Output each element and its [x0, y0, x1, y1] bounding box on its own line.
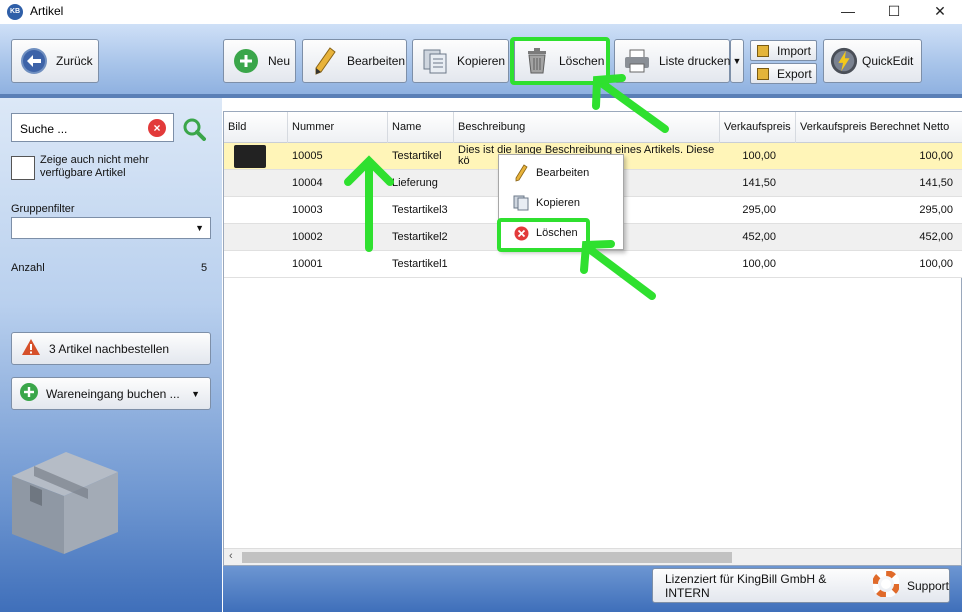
- copy-button-label: Kopieren: [457, 54, 506, 68]
- scroll-left-icon[interactable]: ‹: [229, 550, 233, 562]
- package-box-icon: [8, 444, 120, 559]
- app-logo-icon: KB: [7, 4, 23, 20]
- column-header-image[interactable]: Bild: [224, 112, 288, 143]
- context-menu-item-label: Bearbeiten: [536, 167, 590, 179]
- row-number: 10001: [292, 258, 323, 270]
- row-net-price: 295,00: [919, 204, 953, 216]
- chevron-down-icon: ▼: [195, 223, 204, 233]
- export-button-label: Export: [777, 66, 812, 81]
- export-button[interactable]: Export: [750, 63, 817, 84]
- chevron-down-icon: ▼: [732, 56, 742, 66]
- row-price: 100,00: [742, 150, 776, 162]
- group-filter-label: Gruppenfilter: [11, 203, 75, 215]
- print-list-button[interactable]: Liste drucken: [614, 39, 730, 83]
- import-icon: [757, 44, 769, 57]
- column-header-net-price[interactable]: Verkaufspreis Berechnet Netto: [796, 112, 962, 143]
- back-arrow-icon: [20, 47, 48, 75]
- close-button[interactable]: ✕: [918, 0, 962, 24]
- goods-receipt-button[interactable]: Wareneingang buchen ... ▼: [11, 377, 211, 410]
- row-name: Testartikel2: [392, 231, 448, 243]
- table-row[interactable]: 10001 Testartikel1 100,00 100,00: [224, 251, 962, 278]
- printer-icon: [623, 47, 651, 75]
- new-button-label: Neu: [268, 54, 291, 68]
- scrollbar-thumb[interactable]: [242, 552, 732, 563]
- context-menu-item-copy[interactable]: Kopieren: [499, 190, 623, 216]
- horizontal-scrollbar[interactable]: ‹: [224, 548, 961, 565]
- export-icon: [757, 67, 769, 80]
- copy-icon: [421, 47, 449, 75]
- row-name: Testartikel3: [392, 204, 448, 216]
- warning-icon: [21, 338, 41, 359]
- back-button[interactable]: Zurück: [11, 39, 99, 83]
- row-number: 10002: [292, 231, 323, 243]
- reorder-button[interactable]: 3 Artikel nachbestellen: [11, 332, 211, 365]
- column-header-number[interactable]: Nummer: [288, 112, 388, 143]
- search-input-text: Suche ...: [20, 122, 68, 136]
- copy-button[interactable]: Kopieren: [412, 39, 509, 83]
- quickedit-button[interactable]: QuickEdit: [823, 39, 922, 83]
- goods-receipt-button-label: Wareneingang buchen ...: [46, 386, 180, 401]
- clear-search-icon[interactable]: ×: [148, 119, 166, 137]
- search-icon[interactable]: [182, 117, 206, 144]
- row-price: 141,50: [742, 177, 776, 189]
- print-list-button-label: Liste drucken: [659, 54, 731, 68]
- pencil-icon: [511, 164, 531, 182]
- toolbar: Zurück Neu Bearbeiten Kopieren Löschen L…: [0, 24, 962, 98]
- show-unavailable-label: Zeige auch nicht mehr verfügbare Artikel: [40, 154, 149, 179]
- row-name: Testartikel: [392, 150, 442, 162]
- highlight-context-delete: [497, 218, 590, 252]
- quickedit-icon: [830, 47, 858, 75]
- column-header-price[interactable]: Verkaufspreis: [720, 112, 796, 143]
- row-number: 10004: [292, 177, 323, 189]
- license-support-button[interactable]: Lizenziert für KingBill GmbH & INTERN Su…: [652, 568, 950, 603]
- license-label: Lizenziert für KingBill GmbH & INTERN: [665, 571, 827, 600]
- context-menu-item-edit[interactable]: Bearbeiten: [499, 160, 623, 186]
- count-label: Anzahl: [11, 262, 45, 274]
- quickedit-button-label: QuickEdit: [862, 54, 914, 68]
- edit-button-label: Bearbeiten: [347, 54, 406, 68]
- column-header-name[interactable]: Name: [388, 112, 454, 143]
- row-net-price: 100,00: [919, 258, 953, 270]
- row-price: 295,00: [742, 204, 776, 216]
- row-price: 100,00: [742, 258, 776, 270]
- title-bar: KB Artikel — ☐ ✕: [0, 0, 962, 24]
- row-net-price: 452,00: [919, 231, 953, 243]
- sidebar: Suche ... × Zeige auch nicht mehr verfüg…: [0, 98, 222, 612]
- copy-icon: [511, 195, 531, 211]
- window-title: Artikel: [30, 4, 64, 18]
- search-input[interactable]: Suche ... ×: [11, 113, 174, 142]
- row-price: 452,00: [742, 231, 776, 243]
- row-number: 10005: [292, 150, 323, 162]
- back-button-label: Zurück: [56, 54, 93, 68]
- maximize-button[interactable]: ☐: [872, 0, 916, 24]
- count-value: 5: [201, 262, 208, 274]
- row-name: Lieferung: [392, 177, 438, 189]
- reorder-button-label: 3 Artikel nachbestellen: [49, 341, 170, 356]
- pencil-icon: [311, 47, 339, 75]
- column-header-description[interactable]: Beschreibung: [454, 112, 720, 143]
- plus-icon: [232, 47, 260, 75]
- new-button[interactable]: Neu: [223, 39, 296, 83]
- product-image: [234, 145, 266, 168]
- table-header: Bild Nummer Name Beschreibung Verkaufspr…: [224, 112, 962, 143]
- highlight-delete-button: [510, 37, 610, 85]
- show-unavailable-checkbox[interactable]: [11, 156, 35, 180]
- lifebuoy-icon: [871, 570, 900, 600]
- group-filter-select[interactable]: ▼: [11, 217, 211, 239]
- row-number: 10003: [292, 204, 323, 216]
- import-button[interactable]: Import: [750, 40, 817, 61]
- row-description: [454, 251, 720, 278]
- print-list-dropdown-button[interactable]: ▼: [730, 39, 744, 83]
- support-label: Support: [906, 578, 949, 593]
- chevron-down-icon: ▼: [191, 388, 200, 399]
- row-net-price: 141,50: [919, 177, 953, 189]
- row-name: Testartikel1: [392, 258, 448, 270]
- context-menu-item-label: Kopieren: [536, 197, 581, 209]
- minimize-button[interactable]: —: [826, 0, 870, 24]
- row-net-price: 100,00: [919, 150, 953, 162]
- edit-button[interactable]: Bearbeiten: [302, 39, 407, 83]
- plus-icon: [19, 382, 39, 405]
- import-button-label: Import: [777, 43, 812, 58]
